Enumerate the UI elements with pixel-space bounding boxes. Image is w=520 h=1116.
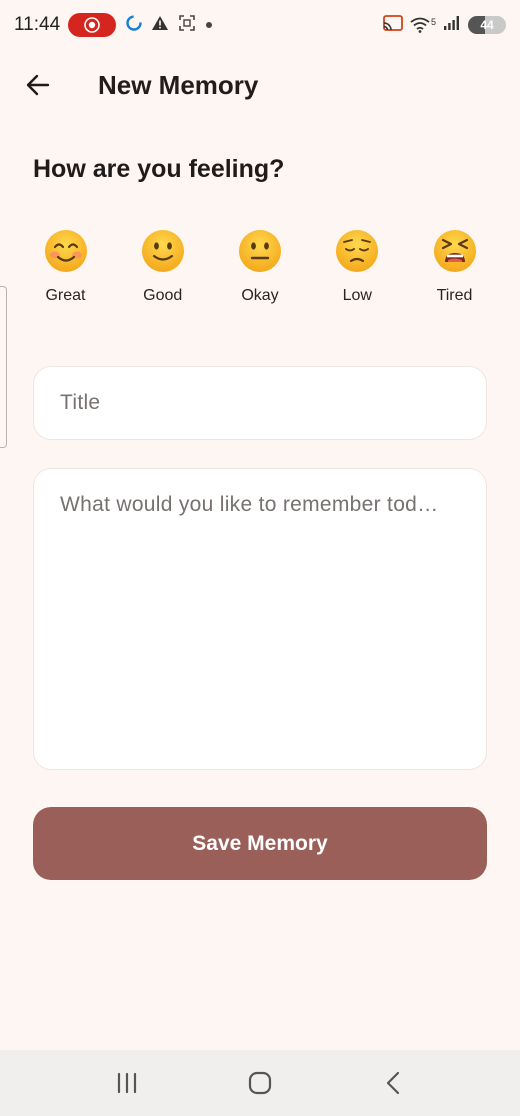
home-icon [248, 1071, 272, 1095]
save-memory-button[interactable]: Save Memory [33, 807, 487, 880]
warning-icon [151, 15, 169, 36]
smiling-face-icon [44, 230, 87, 272]
mood-label: Okay [241, 287, 279, 304]
recents-icon [117, 1072, 136, 1094]
signal-icon [443, 15, 461, 36]
mood-option-tired[interactable]: Tired [406, 228, 503, 305]
status-time: 11:44 [14, 14, 61, 35]
arrow-left-icon [26, 74, 50, 96]
status-bar: 11:44 5 44 [0, 0, 520, 50]
cast-icon [383, 14, 403, 37]
home-button[interactable] [230, 1058, 290, 1108]
back-button[interactable] [14, 61, 62, 109]
mood-option-good[interactable]: Good [114, 228, 211, 305]
battery-icon: 44 [468, 16, 506, 34]
pensive-face-icon [336, 230, 379, 272]
sync-icon [126, 14, 142, 36]
mood-label: Tired [436, 287, 473, 304]
mood-option-okay[interactable]: Okay [212, 228, 309, 305]
back-icon [387, 1071, 400, 1095]
dot-icon [205, 16, 213, 34]
mood-section-title: How are you feeling? [33, 155, 285, 183]
page-title: New Memory [98, 69, 259, 100]
mood-label: Low [342, 287, 372, 304]
slight-smile-icon [141, 230, 184, 272]
title-input[interactable] [33, 366, 487, 440]
neutral-face-icon [239, 230, 281, 272]
screenshot-icon [178, 14, 196, 37]
mood-label: Good [143, 287, 183, 304]
app-bar: New Memory [0, 50, 520, 120]
mood-label: Great [45, 287, 86, 304]
memory-body-input[interactable] [33, 468, 487, 770]
side-panel-handle[interactable] [0, 286, 7, 448]
mood-selector: Great Good Okay Low Tired [17, 228, 503, 305]
recents-button[interactable] [97, 1058, 157, 1108]
system-nav-bar [0, 1050, 520, 1116]
mood-option-low[interactable]: Low [309, 228, 406, 305]
screen-record-icon[interactable] [68, 13, 117, 37]
battery-level: 44 [480, 18, 494, 32]
tired-face-icon [433, 230, 476, 272]
nav-back-button[interactable] [363, 1058, 423, 1108]
wifi-icon: 5 [410, 17, 436, 33]
signal-superscript: 5 [430, 17, 436, 27]
mood-option-great[interactable]: Great [17, 228, 114, 305]
